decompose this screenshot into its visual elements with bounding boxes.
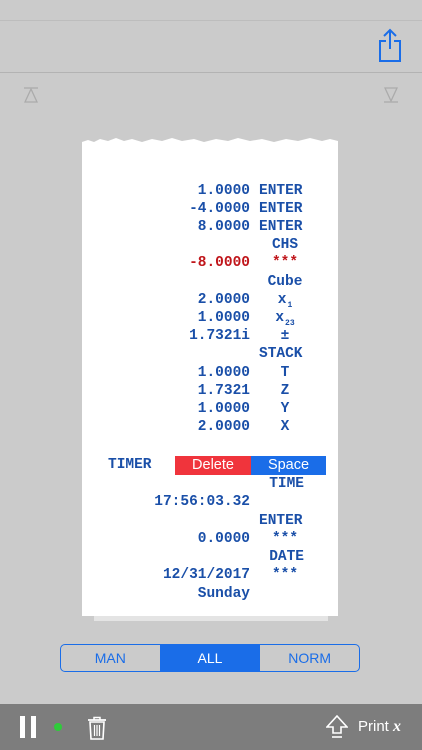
delete-button[interactable]: Delete <box>175 456 251 475</box>
tape-line: 1.0000 ENTER <box>197 183 303 199</box>
triangle-down-icon[interactable] <box>382 86 400 104</box>
top-navigation-bar <box>0 20 422 73</box>
tape-line: 12/31/2017 *** <box>162 567 299 583</box>
shift-icon[interactable] <box>326 715 348 739</box>
tape-line: 2.0000 X <box>197 419 290 435</box>
triangle-up-icon[interactable] <box>22 86 40 104</box>
tape-shadow <box>94 616 328 621</box>
tape-line-error: -8.0000 *** <box>189 255 299 271</box>
tape-line: 0.0000 *** <box>197 531 299 547</box>
tape-line: TIME <box>269 476 304 492</box>
tape-line: ENTER <box>259 513 303 529</box>
tape-line: 1.0000 T <box>197 365 290 381</box>
tape-line: CHS <box>271 237 299 253</box>
mode-option-norm[interactable]: NORM <box>260 645 359 671</box>
space-button[interactable]: Space <box>251 456 326 475</box>
mode-option-all[interactable]: ALL <box>160 645 261 671</box>
tape-line: Cube <box>267 274 303 290</box>
timer-label: TIMER <box>108 457 152 473</box>
tape-line: DATE <box>269 549 304 565</box>
mode-selector: MAN ALL NORM <box>60 644 360 672</box>
tape-line: Sunday <box>197 586 250 602</box>
pause-icon[interactable] <box>20 716 38 738</box>
share-icon[interactable] <box>376 27 404 63</box>
tape-line: STACK <box>259 346 303 362</box>
tape-line: 1.7321i ± <box>189 328 290 344</box>
tape-line: 8.0000 ENTER <box>197 219 303 235</box>
tape-line: 1.7321 Z <box>197 383 290 399</box>
tape-line: 1.0000 x23 <box>197 310 295 328</box>
timer-row: TIMER Delete Space <box>82 456 338 475</box>
status-dot <box>54 723 62 731</box>
bottom-toolbar: Print x <box>0 704 422 750</box>
tape-line: 1.0000 Y <box>197 401 290 417</box>
mode-option-man[interactable]: MAN <box>61 645 161 671</box>
tape-line: -4.0000 ENTER <box>189 201 303 217</box>
tape-line: 2.0000 x1 <box>197 292 293 310</box>
trash-icon[interactable] <box>87 716 107 740</box>
print-x-button[interactable]: Print x <box>358 717 401 737</box>
paper-tape: 1.0000 ENTER -4.0000 ENTER 8.0000 ENTER CHS… <box>82 142 338 616</box>
tape-line: 17:56:03.32 <box>154 494 250 510</box>
